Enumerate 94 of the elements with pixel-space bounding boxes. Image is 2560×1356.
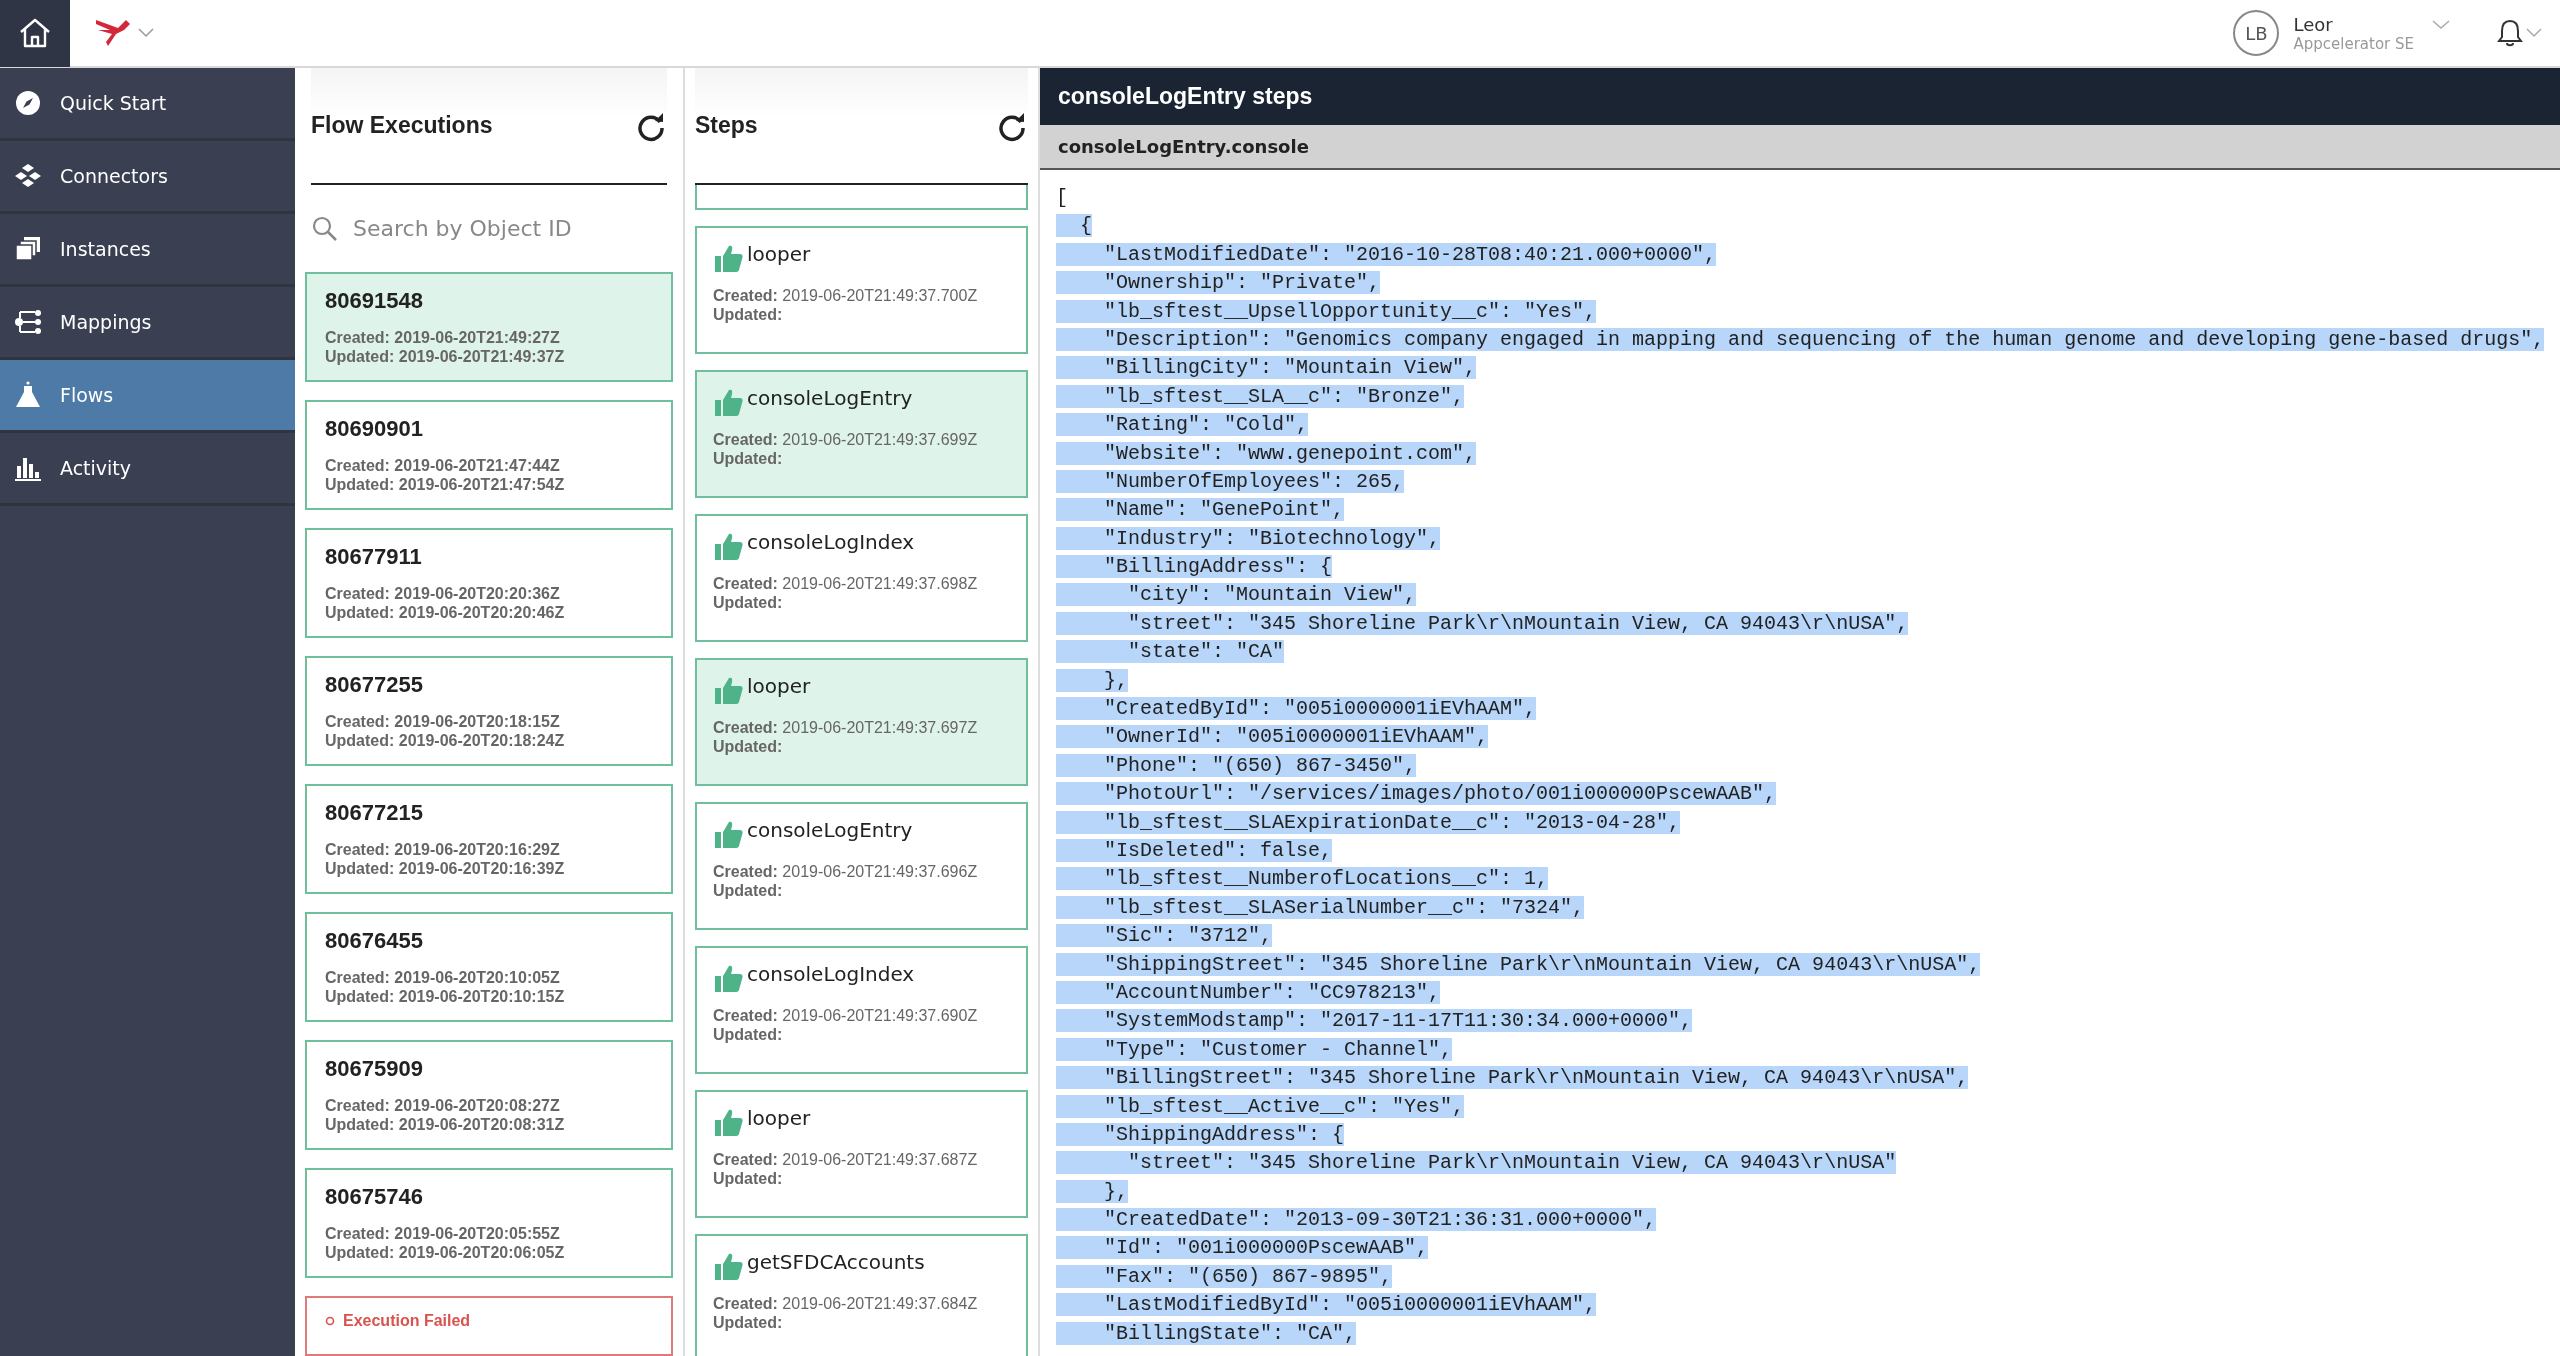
execution-id: 80675746 — [325, 1184, 424, 1210]
execution-card[interactable]: 80676455 Created: 2019-06-20T20:10:05Z Updated: 2019-06-20T20:10:15Z — [305, 912, 673, 1022]
code-line: [ — [1056, 186, 1068, 209]
updated-time: Updated: 2019-06-20T20:18:24Z — [325, 731, 566, 750]
created-time: Created: 2019-06-20T21:49:37.697Z — [713, 718, 979, 737]
step-card[interactable]: consoleLogEntry Created: 2019-06-20T21:49:37.699Z Updated: — [695, 370, 1028, 498]
execution-id: 80677911 — [325, 544, 423, 570]
flask-icon — [14, 380, 42, 410]
execution-card[interactable]: 80675909 Created: 2019-06-20T20:08:27Z Updated: 2019-06-20T20:08:31Z — [305, 1040, 673, 1150]
user-organization: Appcelerator SE — [2293, 34, 2414, 53]
execution-card[interactable]: 80690901 Created: 2019-06-20T21:47:44Z Updated: 2019-06-20T21:47:54Z — [305, 400, 673, 510]
layers-icon — [14, 235, 42, 263]
step-name: consoleLogEntry — [747, 386, 913, 410]
updated-label: Updated: — [713, 1169, 784, 1188]
panel-title: Flow Executions — [311, 112, 493, 139]
step-card[interactable]: consoleLogIndex Created: 2019-06-20T21:49:37.698Z Updated: — [695, 514, 1028, 642]
home-button[interactable] — [0, 0, 70, 67]
step-name: consoleLogEntry — [747, 818, 913, 842]
execution-card[interactable]: 80675746 Created: 2019-06-20T20:05:55Z Updated: 2019-06-20T20:06:05Z — [305, 1168, 673, 1278]
created-time: Created: 2019-06-20T21:49:37.684Z — [713, 1294, 979, 1313]
execution-id: 80675909 — [325, 1056, 424, 1082]
step-card[interactable]: getSFDCAccounts Created: 2019-06-20T21:49:37.684Z Updated: — [695, 1234, 1028, 1356]
step-name: getSFDCAccounts — [747, 1250, 925, 1274]
step-name: consoleLogIndex — [747, 530, 915, 554]
sidebar-item[interactable]: Activity — [0, 433, 295, 506]
user-menu[interactable]: LB Leor Appcelerator SE — [2233, 10, 2450, 56]
cubes-icon — [14, 162, 42, 190]
notifications-button[interactable] — [2496, 18, 2542, 48]
step-name: looper — [747, 1106, 811, 1130]
step-card[interactable]: looper Created: 2019-06-20T21:49:37.700Z Updated: — [695, 226, 1028, 354]
execution-id: 80677215 — [325, 800, 424, 826]
step-card[interactable]: looper Created: 2019-06-20T21:49:37.687Z Updated: — [695, 1090, 1028, 1218]
step-name: looper — [747, 242, 811, 266]
updated-time: Updated: 2019-06-20T20:10:15Z — [325, 987, 566, 1006]
step-name: looper — [747, 674, 811, 698]
updated-label: Updated: — [713, 1025, 784, 1044]
created-time: Created: 2019-06-20T21:49:37.698Z — [713, 574, 979, 593]
step-card[interactable]: consoleLogEntry Created: 2019-06-20T21:49:37.696Z Updated: — [695, 802, 1028, 930]
sidebar-item[interactable]: Instances — [0, 214, 295, 287]
chevron-down-icon — [2432, 20, 2450, 30]
execution-card[interactable]: 80677215 Created: 2019-06-20T20:16:29Z Updated: 2019-06-20T20:16:39Z — [305, 784, 673, 894]
created-time: Created: 2019-06-20T20:18:15Z — [325, 712, 561, 731]
updated-label: Updated: — [713, 881, 784, 900]
created-time: Created: 2019-06-20T21:49:37.687Z — [713, 1150, 979, 1169]
created-time: Created: 2019-06-20T20:10:05Z — [325, 968, 561, 987]
created-time: Created: 2019-06-20T20:20:36Z — [325, 584, 561, 603]
user-name: Leor — [2293, 13, 2334, 35]
panel-title: Steps — [695, 112, 758, 139]
chevron-down-icon — [138, 28, 154, 38]
created-time: Created: 2019-06-20T20:16:29Z — [325, 840, 561, 859]
sidebar-item[interactable]: Flows — [0, 360, 295, 433]
sidebar-item[interactable]: Quick Start — [0, 68, 295, 141]
execution-card[interactable]: Execution Failed — [305, 1296, 673, 1356]
execution-card[interactable]: 80677911 Created: 2019-06-20T20:20:36Z Updated: 2019-06-20T20:20:46Z — [305, 528, 673, 638]
step-name: consoleLogIndex — [747, 962, 915, 986]
execution-id: 80676455 — [325, 928, 424, 954]
updated-label: Updated: — [713, 305, 784, 324]
created-time: Created: 2019-06-20T21:49:37.690Z — [713, 1006, 979, 1025]
created-time: Created: 2019-06-20T21:49:37.699Z — [713, 430, 979, 449]
updated-time: Updated: 2019-06-20T20:08:31Z — [325, 1115, 566, 1134]
created-time: Created: 2019-06-20T21:49:37.696Z — [713, 862, 979, 881]
updated-label: Updated: — [713, 449, 784, 468]
compass-icon — [14, 89, 42, 117]
updated-time: Updated: 2019-06-20T20:16:39Z — [325, 859, 566, 878]
created-time: Created: 2019-06-20T20:08:27Z — [325, 1096, 561, 1115]
execution-card[interactable]: 80691548 Created: 2019-06-20T21:49:27Z Updated: 2019-06-20T21:49:37Z — [305, 272, 673, 382]
updated-time: Updated: 2019-06-20T20:20:46Z — [325, 603, 566, 622]
search-icon — [311, 214, 339, 243]
execution-id: 80690901 — [325, 416, 424, 442]
execution-id: 80691548 — [325, 288, 424, 314]
sidebar-item[interactable]: Connectors — [0, 141, 295, 214]
step-card[interactable]: consoleLogIndex Created: 2019-06-20T21:49:37.690Z Updated: — [695, 946, 1028, 1074]
execution-id: 80677255 — [325, 672, 424, 698]
search-field[interactable]: Search by Object ID — [351, 215, 675, 242]
step-card[interactable]: looper Created: 2019-06-20T21:49:37.697Z Updated: — [695, 658, 1028, 786]
created-time: Created: 2019-06-20T20:05:55Z — [325, 1224, 561, 1243]
updated-time: Updated: 2019-06-20T20:06:05Z — [325, 1243, 566, 1262]
status-circle-icon — [325, 1316, 335, 1326]
updated-label: Updated: — [713, 737, 784, 756]
execution-card[interactable]: 80677255 Created: 2019-06-20T20:18:15Z Updated: 2019-06-20T20:18:24Z — [305, 656, 673, 766]
execution-status: Execution Failed — [343, 1312, 471, 1330]
created-time: Created: 2019-06-20T21:49:37.700Z — [713, 286, 979, 305]
mapping-icon — [14, 308, 42, 336]
updated-time: Updated: 2019-06-20T21:49:37Z — [325, 347, 566, 366]
updated-time: Updated: 2019-06-20T21:47:54Z — [325, 475, 566, 494]
user-avatar: LB — [2233, 10, 2280, 56]
bell-icon — [2496, 18, 2524, 48]
detail-title: consoleLogEntry steps — [1058, 83, 1313, 110]
created-time: Created: 2019-06-20T21:47:44Z — [325, 456, 561, 475]
detail-subtitle: consoleLogEntry.console — [1058, 136, 1309, 157]
updated-label: Updated: — [713, 593, 784, 612]
created-time: Created: 2019-06-20T21:49:27Z — [325, 328, 561, 347]
chevron-down-icon — [2526, 28, 2542, 38]
updated-label: Updated: — [713, 1313, 784, 1332]
